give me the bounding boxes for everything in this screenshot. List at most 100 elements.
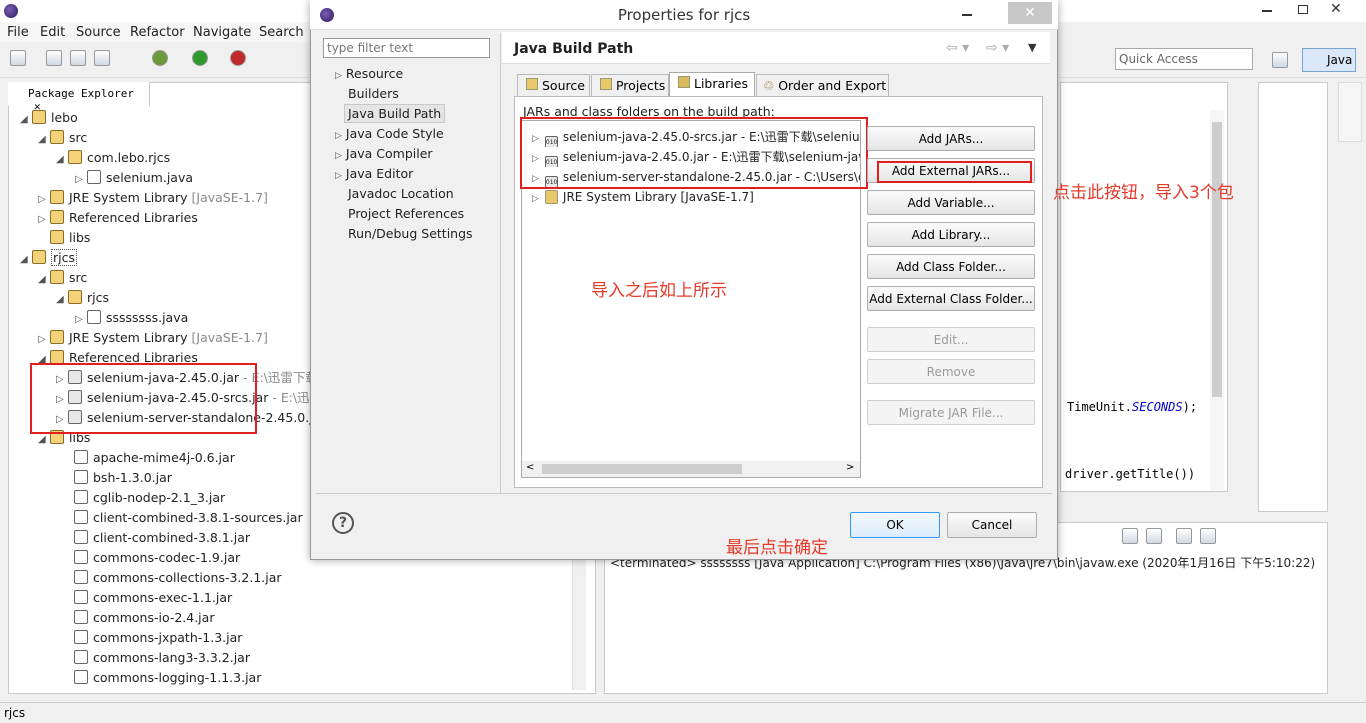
open-perspective-icon[interactable] — [1272, 52, 1288, 68]
dialog-close-button[interactable]: ✕ — [1008, 2, 1052, 24]
tree-item[interactable]: ▷ Referenced Libraries — [38, 208, 198, 228]
tree-item[interactable]: ◢ src — [38, 128, 87, 148]
page-title: Java Build Path — [514, 41, 634, 57]
tree-item[interactable]: commons-codec-1.9.jar — [74, 548, 240, 568]
tab-source[interactable]: Source — [517, 74, 590, 96]
jar-file-icon — [74, 630, 88, 644]
menu-source[interactable]: Source — [76, 25, 121, 40]
tab-order-export[interactable]: ♲ Order and Export — [756, 74, 889, 96]
maximize-icon[interactable] — [1298, 5, 1308, 14]
package-icon — [68, 150, 82, 164]
print-icon[interactable] — [94, 50, 110, 66]
new-icon[interactable] — [10, 50, 26, 66]
package-explorer-tab[interactable]: Package Explorer ✕ — [8, 82, 150, 113]
tree-item[interactable]: ▷ selenium.java — [75, 168, 193, 188]
tree-item[interactable]: commons-jxpath-1.3.jar — [74, 628, 242, 648]
minimize-icon[interactable] — [1262, 10, 1272, 12]
nav-item-project-references[interactable]: Project References — [348, 206, 464, 221]
edit-button[interactable]: Edit... — [867, 327, 1035, 352]
quick-access-input[interactable]: Quick Access — [1115, 48, 1253, 70]
tab-projects[interactable]: Projects — [591, 74, 669, 96]
external-tools-icon[interactable] — [230, 50, 246, 66]
package-explorer-scrollbar[interactable] — [572, 560, 586, 690]
tree-item[interactable]: ◢ src — [38, 268, 87, 288]
tree-item[interactable]: ◢ rjcs — [20, 248, 77, 268]
add-jars-button[interactable]: Add JARs... — [867, 126, 1035, 151]
run-icon[interactable] — [192, 50, 208, 66]
editor-scroll-thumb[interactable] — [1212, 122, 1222, 397]
tree-item[interactable]: client-combined-3.8.1-sources.jar — [74, 508, 303, 528]
tree-item[interactable]: commons-collections-3.2.1.jar — [74, 568, 282, 588]
scroll-left-icon[interactable]: < — [526, 462, 534, 473]
tab-libraries[interactable]: Libraries — [669, 72, 755, 97]
jar-file-icon — [74, 610, 88, 624]
tree-item[interactable]: commons-logging-1.1.3.jar — [74, 668, 261, 688]
jar-file-icon — [74, 590, 88, 604]
list-item[interactable]: ▷ JRE System Library [JavaSE-1.7] — [532, 187, 860, 207]
dialog-minimize-icon[interactable] — [962, 14, 972, 16]
add-external-class-folder-button[interactable]: Add External Class Folder... — [867, 286, 1035, 311]
remove-launch-icon[interactable] — [1122, 528, 1138, 544]
tree-item[interactable]: ▷ ssssssss.java — [75, 308, 188, 328]
menu-refactor[interactable]: Refactor — [130, 25, 185, 40]
help-icon[interactable]: ? — [332, 512, 354, 534]
library-icon — [50, 210, 64, 224]
tree-item[interactable]: cglib-nodep-2.1_3.jar — [74, 488, 225, 508]
menu-file[interactable]: File — [7, 25, 29, 40]
ok-button[interactable]: OK — [850, 512, 940, 538]
list-horizontal-scrollbar[interactable]: < > — [522, 461, 860, 477]
tree-item[interactable]: ◢ rjcs — [56, 288, 109, 308]
tree-item[interactable]: client-combined-3.8.1.jar — [74, 528, 250, 548]
scroll-right-icon[interactable]: > — [846, 462, 854, 473]
nav-item-java-compiler[interactable]: ▷ Java Compiler — [335, 146, 433, 161]
menu-navigate[interactable]: Navigate — [193, 25, 251, 40]
tree-item[interactable]: libs — [38, 228, 90, 248]
jar-file-icon — [74, 450, 88, 464]
java-perspective-button[interactable]: Java — [1302, 48, 1356, 72]
cancel-button[interactable]: Cancel — [947, 512, 1037, 538]
nav-item-javadoc-location[interactable]: Javadoc Location — [348, 186, 454, 201]
tree-item[interactable]: ◢ lebo — [20, 108, 78, 128]
nav-item-resource[interactable]: ▷ Resource — [335, 66, 403, 81]
jar-file-icon — [74, 510, 88, 524]
add-class-folder-button[interactable]: Add Class Folder... — [867, 254, 1035, 279]
scroll-lock-icon[interactable] — [1146, 528, 1162, 544]
view-menu-icon[interactable]: ▼ — [1028, 41, 1036, 54]
nav-item-java-code-style[interactable]: ▷ Java Code Style — [335, 126, 444, 141]
jar-file-icon — [74, 570, 88, 584]
tree-item[interactable]: commons-exec-1.1.jar — [74, 588, 232, 608]
highlight-referenced-jars — [30, 363, 257, 434]
nav-item-java-build-path[interactable]: Java Build Path — [344, 104, 446, 123]
nav-item-run-debug-settings[interactable]: Run/Debug Settings — [348, 226, 473, 241]
remove-button[interactable]: Remove — [867, 359, 1035, 384]
back-icon[interactable]: ⇦ ▾ — [946, 40, 969, 56]
tree-item[interactable]: commons-io-2.4.jar — [74, 608, 214, 628]
library-icon — [50, 190, 64, 204]
add-variable-button[interactable]: Add Variable... — [867, 190, 1035, 215]
tree-item[interactable]: ▷ JRE System Library [JavaSE-1.7] — [38, 328, 268, 348]
scroll-thumb[interactable] — [542, 464, 742, 474]
filter-input[interactable]: type filter text — [323, 38, 490, 58]
menu-search[interactable]: Search — [259, 25, 304, 40]
tree-item[interactable]: apache-mime4j-0.6.jar — [74, 448, 235, 468]
libraries-icon — [678, 76, 690, 88]
tree-item[interactable]: bsh-1.3.0.jar — [74, 468, 172, 488]
editor-panel — [1060, 82, 1228, 492]
nav-item-builders[interactable]: Builders — [348, 86, 399, 101]
migrate-jar-button[interactable]: Migrate JAR File... — [867, 400, 1035, 425]
close-icon[interactable]: ✕ — [1330, 1, 1342, 17]
save-all-icon[interactable] — [70, 50, 86, 66]
tree-item[interactable]: ◢ com.lebo.rjcs — [56, 148, 170, 168]
menu-bar: File Edit Source Refactor Navigate Searc… — [0, 22, 310, 42]
highlight-add-external-jars — [877, 161, 1032, 183]
debug-icon[interactable] — [152, 50, 168, 66]
save-icon[interactable] — [46, 50, 62, 66]
add-library-button[interactable]: Add Library... — [867, 222, 1035, 247]
open-console-icon[interactable] — [1200, 528, 1216, 544]
forward-icon[interactable]: ⇨ ▾ — [986, 40, 1009, 56]
tree-item[interactable]: commons-lang3-3.3.2.jar — [74, 648, 250, 668]
nav-item-java-editor[interactable]: ▷ Java Editor — [335, 166, 413, 181]
pin-console-icon[interactable] — [1176, 528, 1192, 544]
tree-item[interactable]: ▷ JRE System Library [JavaSE-1.7] — [38, 188, 268, 208]
menu-edit[interactable]: Edit — [40, 25, 65, 40]
